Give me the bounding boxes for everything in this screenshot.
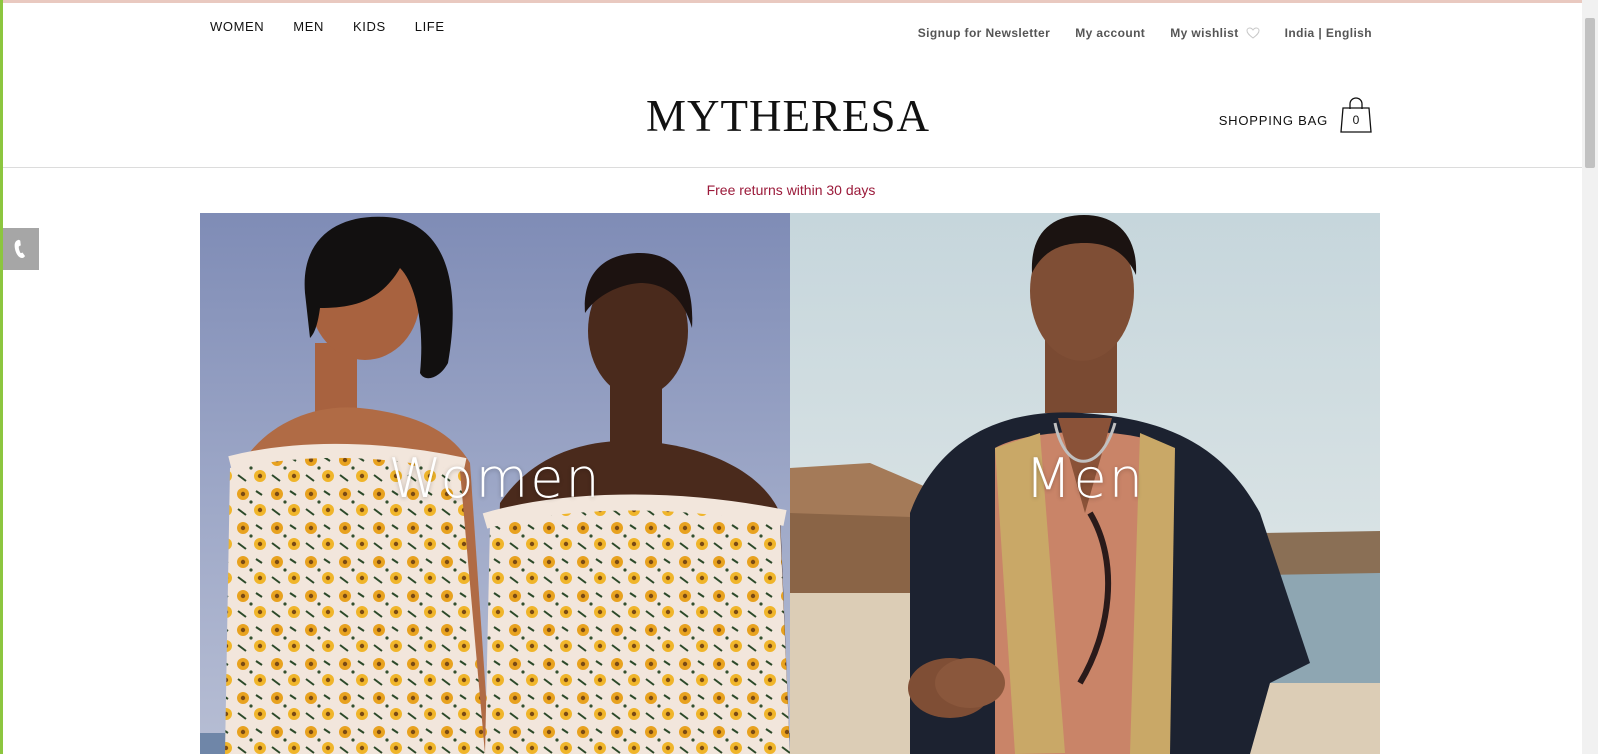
category-nav: WOMEN MEN KIDS LIFE: [210, 19, 474, 34]
promo-banner[interactable]: Free returns within 30 days: [0, 182, 1582, 198]
men-hero-banner[interactable]: Men: [790, 213, 1380, 754]
shopping-bag-button[interactable]: SHOPPING BAG 0: [1219, 97, 1372, 133]
contact-phone-tab[interactable]: [3, 228, 39, 270]
nav-kids[interactable]: KIDS: [353, 19, 386, 34]
account-link[interactable]: My account: [1075, 26, 1145, 40]
women-hero-label: Women: [388, 447, 602, 510]
nav-men[interactable]: MEN: [293, 19, 324, 34]
women-hero-banner[interactable]: Women: [200, 213, 790, 754]
locale-selector[interactable]: India | English: [1285, 26, 1372, 40]
site-logo[interactable]: MYTHERESA: [646, 90, 930, 142]
phone-icon: [14, 239, 25, 258]
heart-icon: [1246, 27, 1260, 39]
header-divider: [3, 167, 1582, 168]
nav-women[interactable]: WOMEN: [210, 19, 264, 34]
bag-count: 0: [1352, 113, 1360, 127]
wishlist-link[interactable]: My wishlist: [1170, 26, 1260, 40]
men-hero-label: Men: [1024, 447, 1146, 510]
scrollbar-thumb[interactable]: [1585, 18, 1595, 168]
vertical-scrollbar[interactable]: [1582, 0, 1598, 754]
window-left-border: [0, 0, 3, 754]
window-top-border: [0, 0, 1598, 3]
shopping-bag-label: SHOPPING BAG: [1218, 112, 1328, 128]
utility-nav: Signup for Newsletter My account My wish…: [893, 26, 1372, 40]
wishlist-label: My wishlist: [1170, 26, 1239, 40]
newsletter-link[interactable]: Signup for Newsletter: [918, 26, 1050, 40]
shopping-bag-icon: 0: [1340, 97, 1372, 133]
nav-life[interactable]: LIFE: [415, 19, 445, 34]
